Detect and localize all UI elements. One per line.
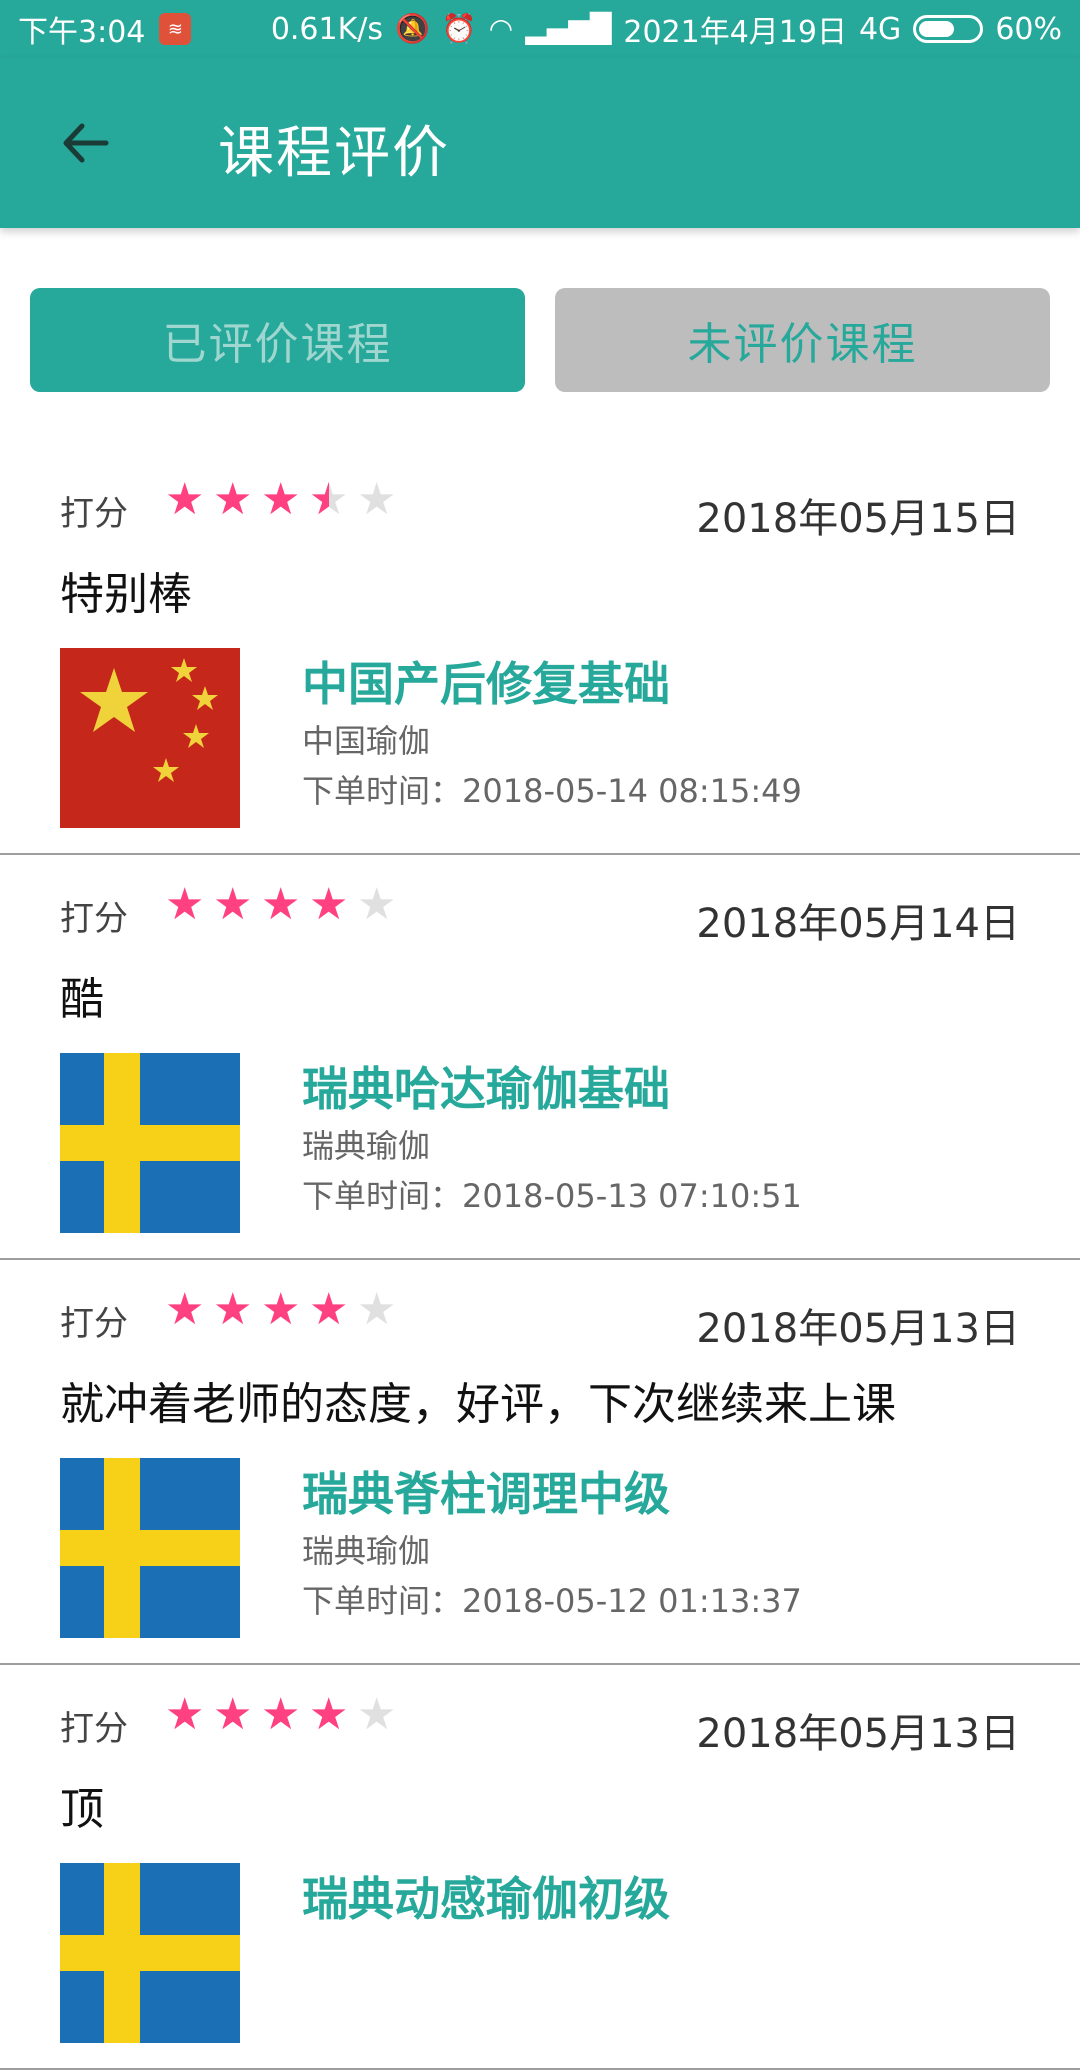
star-icon: ★	[165, 474, 205, 525]
battery-fill	[919, 21, 955, 37]
star-icon: ★	[357, 1284, 397, 1335]
review-comment: 就冲着老师的态度，好评，下次继续来上课	[60, 1379, 896, 1430]
status-bar: 下午3:04 ≋ 0.61K/s 🔕 ⏰ ◠ ▂▄▆█ 2021年4月19日 4…	[0, 0, 1080, 58]
rating-label: 打分	[60, 1709, 128, 1749]
review-item[interactable]: 打分 ★ ★ ★ ★ ★ 2018年05月14日 酷 瑞典哈达瑜伽基础 瑞典瑜伽 下单时…	[0, 855, 1080, 1260]
star-icon: ★	[213, 474, 253, 525]
star-icon: ★	[309, 1689, 349, 1740]
sweden-flag-image	[60, 1863, 240, 2043]
star-icon: ★	[261, 1689, 301, 1740]
rating-stars: ★ ★ ★ ★ ★	[165, 474, 397, 525]
course-title[interactable]: 瑞典脊柱调理中级	[302, 1458, 670, 1524]
app-notification-icon: ≋	[159, 13, 192, 45]
signal-icon: ▂▄▆█	[525, 12, 612, 45]
page-title: 课程评价	[218, 121, 450, 186]
battery-icon	[913, 15, 984, 43]
order-time: 下单时间：2018-05-12 01:13:37	[302, 1582, 802, 1620]
course-thumbnail[interactable]	[60, 1863, 240, 2043]
app-bar: 课程评价	[0, 58, 1080, 228]
star-icon: ★	[165, 1689, 205, 1740]
review-item[interactable]: 打分 ★ ★ ★ ★ ★ 2018年05月13日 就冲着老师的态度，好评，下次继续来上课…	[0, 1260, 1080, 1665]
status-time: 下午3:04	[18, 15, 146, 50]
sweden-flag-image	[60, 1053, 240, 1233]
network-speed: 0.61K/s	[270, 11, 384, 47]
course-title[interactable]: 瑞典哈达瑜伽基础	[302, 1053, 670, 1119]
course-thumbnail[interactable]	[60, 1458, 240, 1638]
review-date: 2018年05月14日	[696, 901, 1020, 947]
order-time: 下单时间：2018-05-14 08:15:49	[302, 772, 802, 810]
alarm-icon: ⏰	[441, 12, 477, 45]
star-icon: ★	[213, 1284, 253, 1335]
star-icon: ★	[357, 474, 397, 525]
back-arrow-icon[interactable]	[58, 116, 112, 170]
review-list: 打分 ★★★★★ 2018年05月15日 特别棒 中国产后修复基础 中国瑜伽 下…	[0, 450, 1080, 2070]
review-comment: 顶	[60, 1784, 104, 1835]
star-icon: ★	[357, 879, 397, 930]
star-icon: ★	[165, 879, 205, 930]
rating-label: 打分	[60, 494, 128, 534]
star-icon: ★	[261, 879, 301, 930]
course-title[interactable]: 中国产后修复基础	[302, 648, 670, 714]
review-date: 2018年05月13日	[696, 1306, 1020, 1352]
star-icon: ★	[213, 879, 253, 930]
star-icon: ★	[261, 474, 301, 525]
sweden-flag-image	[60, 1458, 240, 1638]
rating-stars: ★ ★ ★ ★ ★	[165, 883, 397, 927]
course-title[interactable]: 瑞典动感瑜伽初级	[302, 1863, 670, 1929]
rating-label: 打分	[60, 1304, 128, 1344]
order-time: 下单时间：2018-05-13 07:10:51	[302, 1177, 802, 1215]
mute-icon: 🔕	[395, 12, 430, 45]
review-item[interactable]: 打分 ★★★★★ 2018年05月15日 特别棒 中国产后修复基础 中国瑜伽 下…	[0, 450, 1080, 855]
course-category: 中国瑜伽	[302, 722, 431, 760]
star-icon: ★	[309, 478, 349, 523]
star-icon: ★	[357, 1689, 397, 1740]
status-date: 2021年4月19日	[623, 15, 847, 50]
course-thumbnail[interactable]	[60, 1053, 240, 1233]
star-icon: ★	[213, 1689, 253, 1740]
star-icon: ★	[165, 1284, 205, 1335]
review-comment: 特别棒	[60, 569, 192, 620]
star-icon: ★	[309, 879, 349, 930]
china-flag-image	[60, 648, 240, 828]
wifi-icon: ◠	[488, 12, 514, 45]
course-category: 瑞典瑜伽	[302, 1127, 431, 1165]
battery-percent: 60%	[995, 11, 1062, 47]
tab-unreviewed[interactable]: 未评价课程	[555, 288, 1050, 392]
review-comment: 酷	[60, 974, 104, 1025]
review-date: 2018年05月13日	[696, 1711, 1020, 1757]
tab-reviewed[interactable]: 已评价课程	[30, 288, 525, 392]
review-item[interactable]: 打分 ★ ★ ★ ★ ★ 2018年05月13日 顶 瑞典动感瑜伽初级	[0, 1665, 1080, 2070]
star-icon: ★	[261, 1284, 301, 1335]
review-tabs: 已评价课程 未评价课程	[30, 288, 1050, 392]
rating-stars: ★ ★ ★ ★ ★	[165, 1288, 397, 1332]
rating-stars: ★ ★ ★ ★ ★	[165, 1693, 397, 1737]
star-icon: ★	[309, 1284, 349, 1335]
rating-label: 打分	[60, 899, 128, 939]
review-date: 2018年05月15日	[696, 496, 1020, 542]
course-thumbnail[interactable]	[60, 648, 240, 828]
network-type: 4G	[858, 11, 902, 47]
course-category: 瑞典瑜伽	[302, 1532, 431, 1570]
